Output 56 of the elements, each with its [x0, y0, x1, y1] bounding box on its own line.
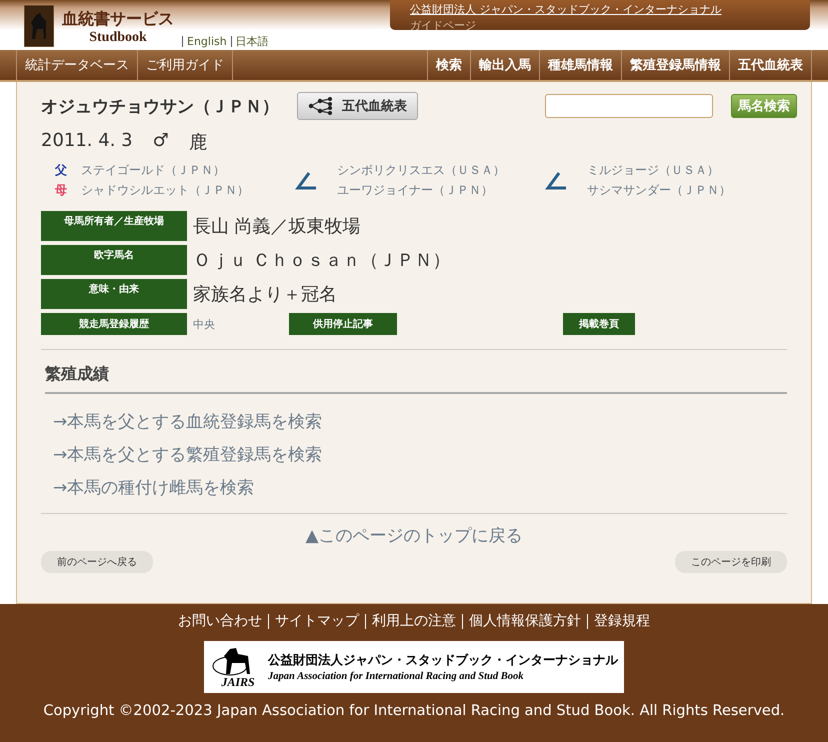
nav-link[interactable]: 統計データベース — [16, 50, 137, 80]
print-button[interactable]: このページを印刷 — [675, 551, 787, 573]
horse-link[interactable]: シンボリクリスエス（ＵＳＡ） — [337, 162, 505, 179]
field-value: 家族名より＋冠名 — [193, 283, 337, 306]
horse-link[interactable]: ユーワジョイナー（ＪＰＮ） — [337, 182, 505, 199]
parent-label: 父 — [55, 162, 67, 179]
field-label: 意味・由来 — [41, 279, 187, 309]
nav-link[interactable]: 検索 — [427, 50, 470, 80]
banner-link[interactable]: 公益財団法人 ジャパン・スタッドブック・インターナショナル — [410, 2, 810, 18]
pedigree-button[interactable]: 五代血統表 — [297, 92, 418, 120]
horse-logo-icon — [24, 5, 54, 47]
tree-icon — [308, 97, 334, 115]
horse-link[interactable]: ミルジョージ（ＵＳＡ） — [587, 162, 731, 179]
footer-link[interactable]: 個人情報保護方針 — [462, 614, 587, 629]
language-link[interactable]: 日本語 — [230, 36, 273, 47]
nav-link[interactable]: 繁殖登録馬情報 — [621, 50, 729, 80]
field-label: 母馬所有者／生産牧場 — [41, 211, 187, 241]
field-value: 中央 — [193, 316, 216, 332]
search-field[interactable] — [545, 94, 713, 118]
nav-link[interactable]: 輸出入馬 — [470, 50, 539, 80]
search-link[interactable]: →本馬を父とする繁殖登録馬を検索 — [53, 443, 787, 466]
nav-link[interactable]: 五代血統表 — [729, 50, 812, 80]
footer-link[interactable]: お問い合わせ — [172, 614, 268, 629]
section-title: 繁殖成績 — [45, 364, 787, 394]
site-title: 血統書サービス — [62, 10, 174, 30]
angle-icon — [545, 170, 567, 190]
footer-link[interactable]: サイトマップ — [268, 614, 365, 629]
angle-icon — [295, 170, 317, 190]
logo-abbreviation: JAIRS — [221, 676, 255, 688]
nav-link[interactable]: ご利用ガイド — [137, 50, 233, 80]
site-subtitle: Studbook — [89, 30, 147, 46]
parent-label: 母 — [55, 182, 67, 199]
field-label: 欧字馬名 — [41, 245, 187, 275]
coat-color: 鹿 — [188, 131, 207, 154]
nav-link[interactable]: 種雄馬情報 — [539, 50, 621, 80]
language-link[interactable]: English — [182, 36, 231, 47]
page-top-link[interactable]: ▲このページのトップに戻る — [305, 526, 523, 546]
horse-link[interactable]: サシマサンダー（ＪＰＮ） — [587, 182, 731, 199]
record-button[interactable]: 掲載巻頁 — [563, 313, 635, 335]
record-button[interactable]: 供用停止記事 — [289, 313, 397, 335]
footer-link[interactable]: 利用上の注意 — [365, 614, 462, 629]
horse-link[interactable]: ステイゴールド（ＪＰＮ） — [81, 162, 225, 179]
search-link[interactable]: →本馬の種付け雌馬を検索 — [53, 476, 787, 499]
field-value: 長山 尚義／坂東牧場 — [193, 215, 361, 238]
logo-name-japanese: 公益財団法人ジャパン・スタッドブック・インターナショナル — [268, 652, 618, 669]
copyright-text: Copyright ©2002-2023 Japan Association for International Racing and Stud Book. All Rights Reserved. — [43, 703, 785, 719]
back-button[interactable]: 前のページへ戻る — [41, 551, 153, 573]
search-link[interactable]: →本馬を父とする血統登録馬を検索 — [53, 410, 787, 433]
field-label: 競走馬登録履歴 — [41, 313, 187, 335]
birth-date: 2011. 4. 3 — [41, 130, 133, 153]
field-value: Ｏｊｕ Ｃｈｏｓａｎ（ＪＰＮ） — [193, 249, 451, 272]
horse-name: オジュウチョウサン（ＪＰＮ） — [41, 96, 279, 118]
footer-link[interactable]: 登録規程 — [587, 614, 656, 629]
horse-link[interactable]: シャドウシルエット（ＪＰＮ） — [81, 182, 249, 199]
logo-name-english: Japan Association for International Racing and Stud Book — [268, 671, 524, 682]
sex-symbol: ♂ — [152, 130, 169, 153]
